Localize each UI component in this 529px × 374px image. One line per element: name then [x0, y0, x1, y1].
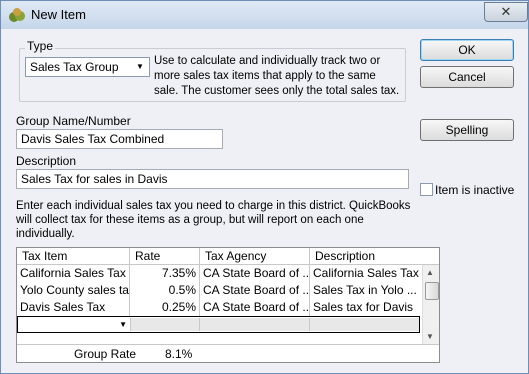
tax-items-table: Tax Item Rate Tax Agency Description Cal…	[16, 247, 440, 363]
scroll-up-icon[interactable]: ▲	[426, 268, 434, 277]
column-header-rate[interactable]: Rate	[130, 248, 200, 265]
tax-agency-cell[interactable]: CA State Board of ...	[200, 299, 310, 316]
type-select[interactable]: Sales Tax Group ▼	[25, 57, 150, 77]
type-description: Use to calculate and individually track …	[154, 55, 400, 97]
tax-agency-cell[interactable]: CA State Board of ...	[200, 282, 310, 299]
type-select-value: Sales Tax Group	[30, 60, 119, 74]
description-cell[interactable]: Sales Tax in Yolo ...	[310, 282, 420, 299]
new-entry-row[interactable]: ▼	[17, 316, 420, 333]
ok-button[interactable]: OK	[420, 39, 514, 61]
group-rate-label: Group Rate	[74, 347, 137, 361]
close-button[interactable]: ✕	[484, 2, 528, 22]
table-row[interactable]: Yolo County sales tax 0.5% CA State Boar…	[17, 282, 420, 299]
table-row[interactable]: California Sales Tax 7.35% CA State Boar…	[17, 265, 420, 282]
group-name-label: Group Name/Number	[16, 114, 131, 128]
column-header-tax-agency[interactable]: Tax Agency	[200, 248, 310, 265]
tax-item-cell[interactable]: Davis Sales Tax	[17, 299, 130, 316]
new-item-window: New Item ✕ Type Sales Tax Group ▼ Use to…	[0, 0, 529, 374]
column-header-description[interactable]: Description	[310, 248, 439, 265]
description-field[interactable]: Sales Tax for sales in Davis	[16, 169, 409, 189]
group-name-field[interactable]: Davis Sales Tax Combined	[16, 129, 223, 149]
window-title: New Item	[31, 7, 86, 22]
table-row[interactable]: Davis Sales Tax 0.25% CA State Board of …	[17, 299, 420, 316]
group-name-value: Davis Sales Tax Combined	[21, 132, 165, 146]
spelling-button[interactable]: Spelling	[420, 119, 514, 141]
tax-agency-cell[interactable]: CA State Board of ...	[200, 265, 310, 282]
close-icon: ✕	[500, 4, 512, 19]
description-value: Sales Tax for sales in Davis	[21, 172, 168, 186]
rate-cell[interactable]: 0.25%	[130, 299, 200, 316]
instructions-text: Enter each individual sales tax you need…	[16, 200, 411, 240]
tax-item-cell[interactable]: Yolo County sales tax	[17, 282, 130, 299]
title-bar[interactable]: New Item ✕	[1, 1, 528, 29]
cancel-button[interactable]: Cancel	[420, 66, 514, 88]
quickbooks-app-icon	[9, 8, 25, 22]
description-label: Description	[16, 154, 77, 168]
scroll-thumb[interactable]	[425, 282, 439, 300]
group-rate-value: 8.1%	[165, 347, 193, 361]
description-cell[interactable]: California Sales Tax	[310, 265, 420, 282]
tax-agency-cell-empty[interactable]	[199, 318, 309, 331]
tax-item-cell[interactable]: California Sales Tax	[17, 265, 130, 282]
group-rate-footer: Group Rate 8.1%	[17, 344, 439, 362]
description-cell-empty[interactable]	[309, 318, 419, 331]
rate-cell[interactable]: 0.5%	[130, 282, 200, 299]
table-scrollbar[interactable]: ▲ ▼	[422, 265, 439, 345]
column-header-tax-item[interactable]: Tax Item	[17, 248, 130, 265]
type-label: Type	[25, 39, 56, 53]
rate-cell-empty[interactable]	[130, 318, 199, 331]
chevron-down-icon[interactable]: ▼	[119, 318, 127, 331]
tax-item-combo[interactable]: ▼	[19, 318, 129, 331]
item-inactive-label: Item is inactive	[435, 183, 515, 197]
description-cell[interactable]: Sales tax for Davis	[310, 299, 420, 316]
chevron-down-icon[interactable]: ▼	[133, 60, 147, 74]
item-inactive-checkbox[interactable]	[420, 183, 433, 196]
rate-cell[interactable]: 7.35%	[130, 265, 200, 282]
scroll-down-icon[interactable]: ▼	[426, 332, 434, 341]
